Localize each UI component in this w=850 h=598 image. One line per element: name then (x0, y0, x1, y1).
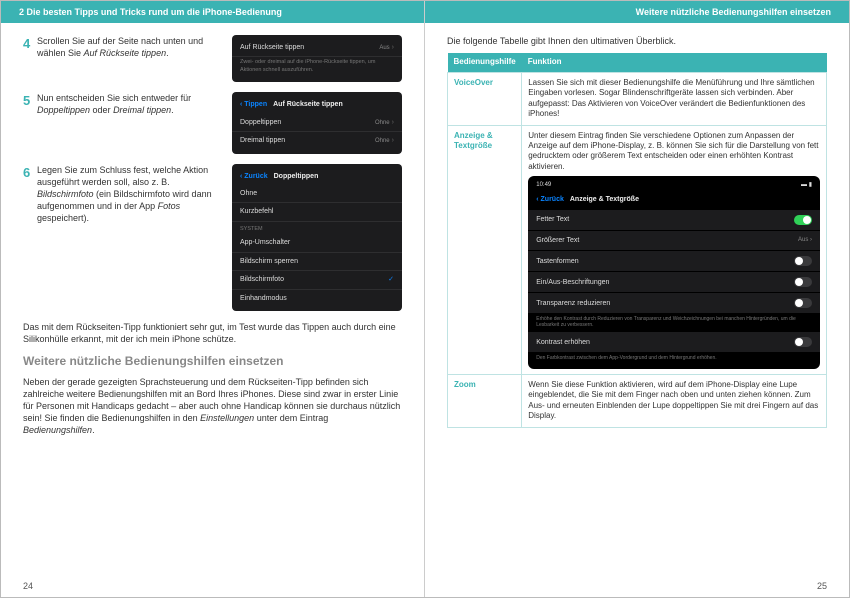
phone6-sys3: Bildschirmfoto✓ (232, 271, 402, 289)
pi-row-kontrast: Kontrast erhöhen (528, 332, 820, 353)
phone-anzeige-screenshot: 10:49 ▬ ▮ ‹ Zurück Anzeige & Textgröße F… (528, 176, 820, 369)
phone4-sub: Zwei- oder dreimal auf die iPhone-Rückse… (232, 57, 402, 78)
pi-note2: Den Farbkontrast zwischen dem App-Vorder… (528, 353, 820, 365)
toggle-on-icon (794, 215, 812, 225)
intro-right: Die folgende Tabelle gibt Ihnen den ulti… (447, 35, 827, 47)
phone5-head: ‹ Tippen Auf Rückseite tippen (232, 96, 402, 113)
toggle-off-icon (794, 277, 812, 287)
header-left: 2 Die besten Tipps und Tricks rund um di… (1, 1, 424, 23)
toggle-off-icon (794, 298, 812, 308)
cell-zoom-name: Zoom (448, 375, 522, 428)
step-6-image: ‹ Zurück Doppeltippen Ohne Kurzbefehl Sy… (232, 164, 402, 311)
step-4-num: 4 (23, 35, 37, 53)
cell-anzeige-desc: Unter diesem Eintrag finden Sie verschie… (522, 125, 827, 375)
back-link: ‹ Zurück (240, 172, 268, 181)
phone6-row1: Ohne (232, 185, 402, 203)
th-funktion: Funktion (522, 53, 827, 72)
step-5-num: 5 (23, 92, 37, 110)
phone4-row1: Auf Rückseite tippen Aus› (232, 39, 402, 57)
phone6-label: System (232, 222, 402, 234)
phone-snippet-4: Auf Rückseite tippen Aus› Zwei- oder dre… (232, 35, 402, 82)
page-right: Weitere nützliche Bedienungshilfen einse… (425, 1, 849, 597)
phone5-row2: Dreimal tippen Ohne› (232, 132, 402, 149)
phone6-row2: Kurzbefehl (232, 203, 402, 221)
content-left: 4 Scrollen Sie auf der Seite nach unten … (1, 23, 424, 452)
heading-bedienungshilfen: Weitere nützliche Bedienungshilfen einse… (23, 353, 402, 369)
chevron-right-icon: › (392, 137, 394, 144)
th-bedienungshilfe: Bedienungshilfe (448, 53, 522, 72)
page-left: 2 Die besten Tipps und Tricks rund um di… (1, 1, 425, 597)
para-rueckseite: Das mit dem Rückseiten-Tipp funktioniert… (23, 321, 402, 345)
step-5-text: Nun entscheiden Sie sich entweder für Do… (37, 92, 232, 116)
phone6-head: ‹ Zurück Doppeltippen (232, 168, 402, 185)
table-row-voiceover: VoiceOver Lassen Sie sich mit dieser Bed… (448, 72, 827, 125)
cell-anzeige-name: Anzeige & Textgröße (448, 125, 522, 375)
book-spread: 2 Die besten Tipps und Tricks rund um di… (0, 0, 850, 598)
step-5: 5 Nun entscheiden Sie sich entweder für … (23, 92, 402, 153)
page-number-left: 24 (23, 581, 33, 591)
cell-zoom-desc: Wenn Sie diese Funktion aktivieren, wird… (522, 375, 827, 428)
back-link: ‹ Tippen (240, 100, 267, 109)
step-4-text: Scrollen Sie auf der Seite nach unten un… (37, 35, 232, 59)
phone5-row1: Doppeltippen Ohne› (232, 114, 402, 132)
pi-row-tastenformen: Tastenformen (528, 251, 820, 272)
table-row-anzeige: Anzeige & Textgröße Unter diesem Eintrag… (448, 125, 827, 375)
phone-snippet-5: ‹ Tippen Auf Rückseite tippen Doppeltipp… (232, 92, 402, 153)
pi-head: ‹ Zurück Anzeige & Textgröße (528, 192, 820, 210)
cell-voiceover-desc: Lassen Sie sich mit dieser Bedienungshil… (522, 72, 827, 125)
toggle-off-icon (794, 256, 812, 266)
phone6-sys2: Bildschirm sperren (232, 253, 402, 271)
table-header-row: Bedienungshilfe Funktion (448, 53, 827, 72)
check-icon: ✓ (388, 275, 394, 284)
phone6-sys4: Einhandmodus (232, 290, 402, 307)
pi-row-fetter-text: Fetter Text (528, 210, 820, 231)
header-right: Weitere nützliche Bedienungshilfen einse… (425, 1, 849, 23)
signal-icon: ▬ ▮ (801, 182, 812, 190)
back-link: ‹ Zurück (536, 195, 564, 204)
cell-voiceover-name: VoiceOver (448, 72, 522, 125)
table-bedienungshilfen: Bedienungshilfe Funktion VoiceOver Lasse… (447, 53, 827, 427)
phone-snippet-6: ‹ Zurück Doppeltippen Ohne Kurzbefehl Sy… (232, 164, 402, 311)
para-bedienungshilfen: Neben der gerade gezeigten Sprachsteueru… (23, 376, 402, 437)
pi-row-groesserer-text: Größerer Text Aus › (528, 231, 820, 251)
phone6-sys1: App-Umschalter (232, 234, 402, 252)
table-row-zoom: Zoom Wenn Sie diese Funktion aktivieren,… (448, 375, 827, 428)
page-number-right: 25 (817, 581, 827, 591)
header-right-text: Weitere nützliche Bedienungshilfen einse… (636, 7, 831, 17)
pi-row-transparenz: Transparenz reduzieren (528, 293, 820, 314)
chevron-right-icon: › (392, 44, 394, 51)
pi-note1: Erhöhe den Kontrast durch Reduzieren von… (528, 314, 820, 332)
pi-row-einaus: Ein/Aus-Beschriftungen (528, 272, 820, 293)
step-4: 4 Scrollen Sie auf der Seite nach unten … (23, 35, 402, 82)
content-right: Die folgende Tabelle gibt Ihnen den ulti… (425, 23, 849, 436)
pi-status: 10:49 ▬ ▮ (528, 180, 820, 192)
toggle-off-icon (794, 337, 812, 347)
step-5-image: ‹ Tippen Auf Rückseite tippen Doppeltipp… (232, 92, 402, 153)
step-6-num: 6 (23, 164, 37, 182)
header-left-text: 2 Die besten Tipps und Tricks rund um di… (19, 7, 282, 17)
step-4-image: Auf Rückseite tippen Aus› Zwei- oder dre… (232, 35, 402, 82)
chevron-right-icon: › (392, 119, 394, 126)
step-6-text: Legen Sie zum Schluss fest, welche Aktio… (37, 164, 232, 225)
step-6: 6 Legen Sie zum Schluss fest, welche Akt… (23, 164, 402, 311)
